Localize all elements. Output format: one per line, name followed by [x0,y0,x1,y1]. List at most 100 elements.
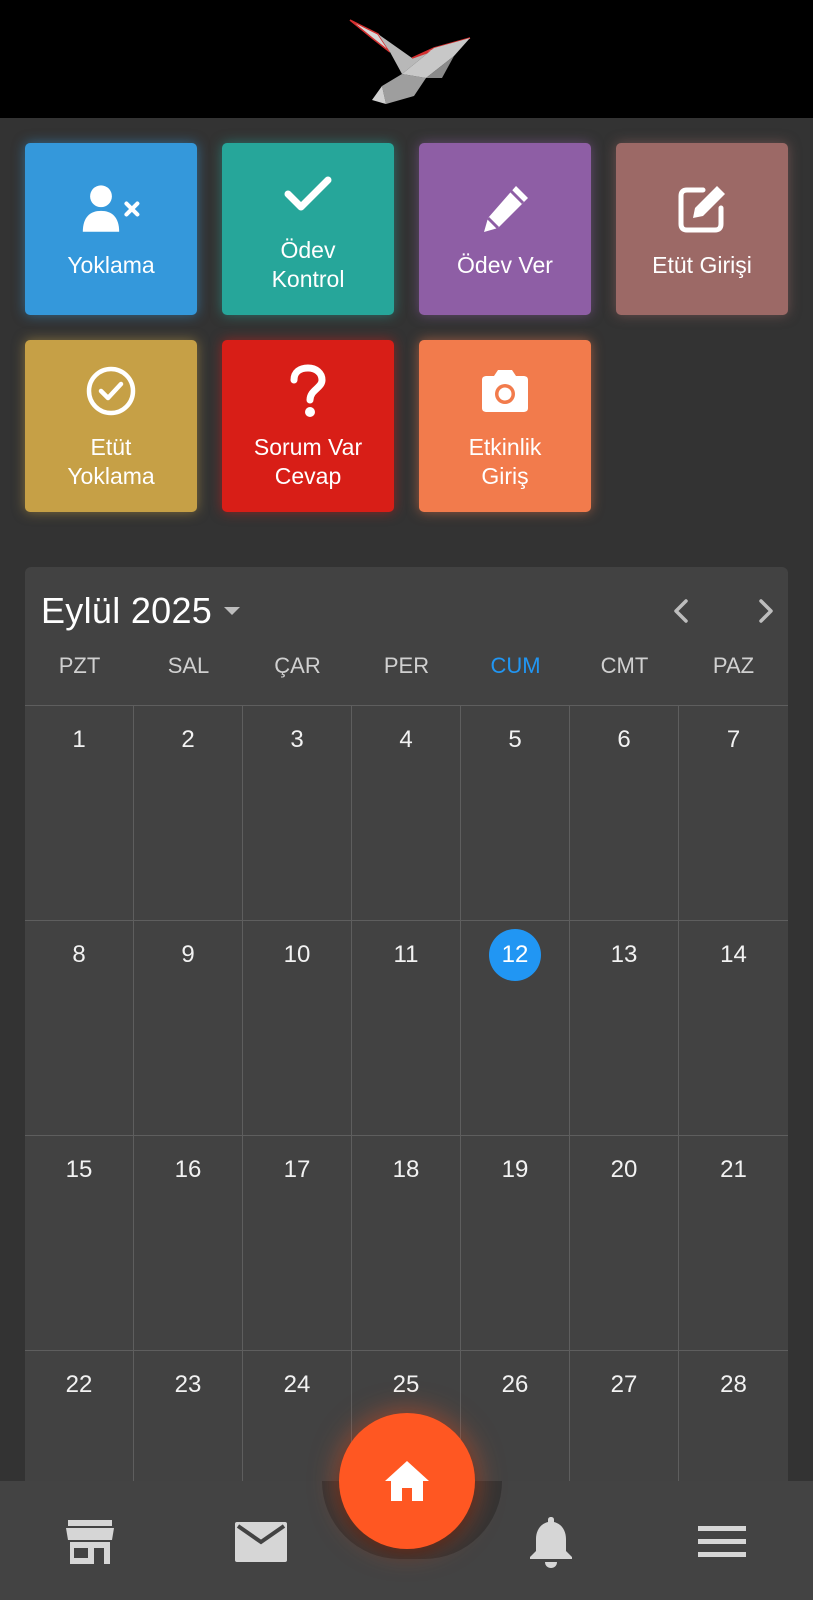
day-number: 23 [134,1365,242,1405]
day-number-text: 10 [283,941,311,968]
calendar-day-cell[interactable]: 14 [679,921,788,1136]
day-number-text: 26 [501,1371,529,1398]
calendar-day-cell[interactable]: 21 [679,1136,788,1351]
calendar-day-cell[interactable]: 16 [134,1136,243,1351]
calendar-day-cell[interactable]: 4 [352,706,461,921]
user-x-icon [81,179,141,239]
bell-icon [530,1517,572,1568]
tile-label: Yoklama [67,251,155,278]
day-number-text: 15 [65,1156,93,1183]
day-number: 8 [25,935,133,975]
weekday-label: CMT [600,653,649,678]
odev-kontrol-tile[interactable]: Ödev Kontrol [222,143,394,315]
menu-button[interactable] [694,1514,750,1570]
caret-down-icon [224,607,241,615]
weekday-label-today: CUM [490,653,541,678]
day-number: 27 [570,1365,678,1405]
calendar-day-cell[interactable]: 17 [243,1136,352,1351]
calendar-day-cell[interactable]: 20 [570,1136,679,1351]
home-button[interactable] [339,1413,475,1549]
day-number: 11 [352,935,460,975]
day-number-text: 16 [174,1156,202,1183]
day-number: 10 [243,935,351,975]
day-number: 1 [25,720,133,760]
chevron-left-icon [674,599,688,623]
camera-icon [475,361,535,421]
calendar-day-cell[interactable]: 13 [570,921,679,1136]
calendar-day-cell[interactable]: 12 [461,921,570,1136]
day-number-text: 17 [283,1156,311,1183]
calendar-day-cell[interactable]: 7 [679,706,788,921]
day-number-text: 23 [174,1371,202,1398]
day-number-text: 27 [610,1371,638,1398]
day-number-text: 28 [720,1371,747,1398]
home-icon [385,1461,429,1501]
messages-button[interactable] [233,1514,289,1570]
yoklama-tile[interactable]: Yoklama [25,143,197,315]
pencil-icon [475,179,535,239]
weekday-label: PZT [58,653,101,678]
day-number: 7 [679,720,788,760]
day-number-text: 18 [392,1156,420,1183]
day-number: 4 [352,720,460,760]
day-number-text: 6 [617,726,631,753]
day-number: 24 [243,1365,351,1405]
calendar-day-cell[interactable]: 3 [243,706,352,921]
tile-label: Sorum Var Cevap [253,434,363,489]
day-number-text: 2 [181,726,195,753]
day-number: 13 [570,935,678,975]
day-number-text: 3 [290,726,304,753]
calendar-day-cell[interactable]: 5 [461,706,570,921]
etut-yoklama-tile[interactable]: Etüt Yoklama [25,340,197,512]
calendar-day-cell[interactable]: 15 [25,1136,134,1351]
calendar-day-cell[interactable]: 19 [461,1136,570,1351]
store-icon [66,1520,114,1564]
day-number: 26 [461,1365,569,1405]
calendar-day-cell[interactable]: 2 [134,706,243,921]
etkinlik-giris-tile[interactable]: Etkinlik Giriş [419,340,591,512]
day-number-text: 12 [489,929,541,981]
previous-month-button[interactable] [661,591,701,631]
day-number-text: 25 [392,1371,420,1398]
sorum-var-cevap-tile[interactable]: Sorum Var Cevap [222,340,394,512]
day-number-text: 4 [399,726,413,753]
edit-square-icon [672,179,732,239]
tile-label: Ödev Ver [457,251,553,278]
next-month-button[interactable] [746,591,786,631]
check-circle-icon [81,361,141,421]
calendar-header: Eylül 2025 [25,567,788,652]
calendar-day-cell[interactable]: 9 [134,921,243,1136]
day-number: 16 [134,1150,242,1190]
day-number: 28 [679,1365,788,1405]
day-number-text: 13 [610,941,638,968]
day-number-text: 20 [610,1156,638,1183]
month-selector[interactable]: Eylül 2025 [41,589,241,633]
check-icon [278,164,338,224]
day-number: 9 [134,935,242,975]
day-number-text: 9 [181,941,195,968]
quick-actions: Yoklama Ödev Kontrol Ödev Ver Etüt Giriş… [25,143,788,513]
day-number-text: 21 [720,1156,747,1183]
day-number-text: 14 [720,941,747,968]
calendar-day-cell[interactable]: 11 [352,921,461,1136]
calendar: Eylül 2025 PZT SAL ÇAR PER CUM CMT PAZ 1… [25,567,788,1507]
weekday-label: ÇAR [274,653,321,678]
day-number: 3 [243,720,351,760]
calendar-day-cell[interactable]: 1 [25,706,134,921]
notifications-button[interactable] [523,1514,579,1570]
odev-ver-tile[interactable]: Ödev Ver [419,143,591,315]
chevron-right-icon [759,599,773,623]
day-number: 6 [570,720,678,760]
day-number: 21 [679,1150,788,1190]
calendar-day-cell[interactable]: 6 [570,706,679,921]
day-number: 25 [352,1365,460,1405]
day-number: 5 [461,720,569,760]
today-day-number: 12 [461,929,569,981]
calendar-day-cell[interactable]: 10 [243,921,352,1136]
day-number-text: 19 [501,1156,529,1183]
calendar-day-cell[interactable]: 8 [25,921,134,1136]
calendar-day-cell[interactable]: 18 [352,1136,461,1351]
origami-bird-logo [349,19,470,104]
store-button[interactable] [62,1514,118,1570]
etut-girisi-tile[interactable]: Etüt Girişi [616,143,788,315]
